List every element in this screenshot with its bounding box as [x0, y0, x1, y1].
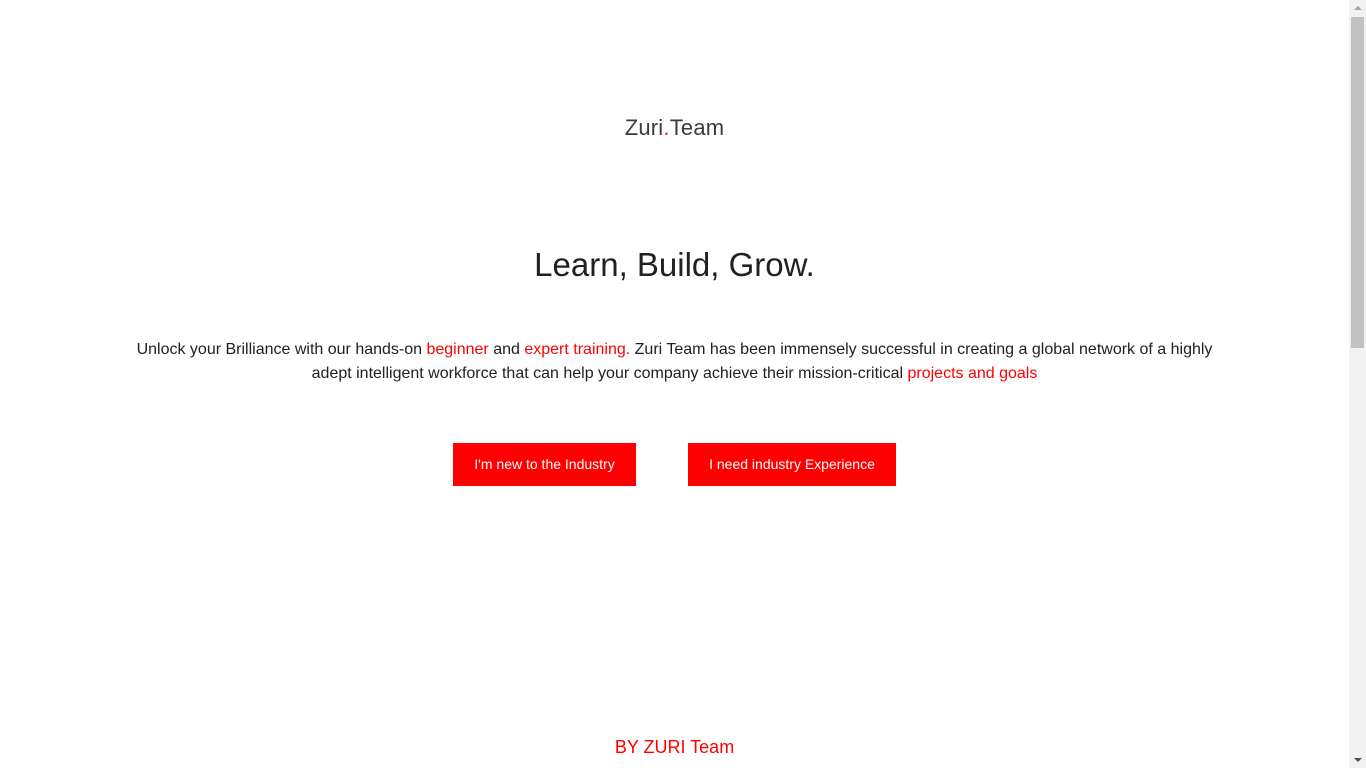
page-content: Zuri.Team Learn, Build, Grow. Unlock you… [0, 0, 1349, 768]
page: Zuri.Team Learn, Build, Grow. Unlock you… [0, 0, 1366, 768]
vertical-scrollbar[interactable] [1349, 0, 1366, 768]
expert-training-link[interactable]: expert training. [524, 341, 630, 358]
need-experience-button[interactable]: I need industry Experience [688, 443, 896, 486]
new-to-industry-button[interactable]: I'm new to the Industry [453, 443, 636, 486]
logo-text-team: Team [669, 115, 725, 140]
hero-intro: Unlock your Brilliance with our hands-on… [130, 338, 1219, 386]
logo-text-zuri: Zuri [624, 115, 664, 140]
intro-text-2: and [488, 341, 525, 358]
scroll-down-arrow-icon[interactable] [1349, 751, 1366, 768]
brand-logo[interactable]: Zuri.Team [0, 114, 1349, 142]
scroll-up-arrow-icon[interactable] [1349, 0, 1366, 17]
intro-text-1: Unlock your Brilliance with our hands-on [136, 341, 427, 358]
footer-credit: BY ZURI Team [614, 737, 735, 757]
hero-headline: Learn, Build, Grow. [534, 246, 815, 283]
projects-goals-link[interactable]: projects and goals [907, 365, 1037, 382]
scrollbar-thumb[interactable] [1351, 17, 1364, 348]
beginner-link[interactable]: beginner [426, 341, 488, 358]
